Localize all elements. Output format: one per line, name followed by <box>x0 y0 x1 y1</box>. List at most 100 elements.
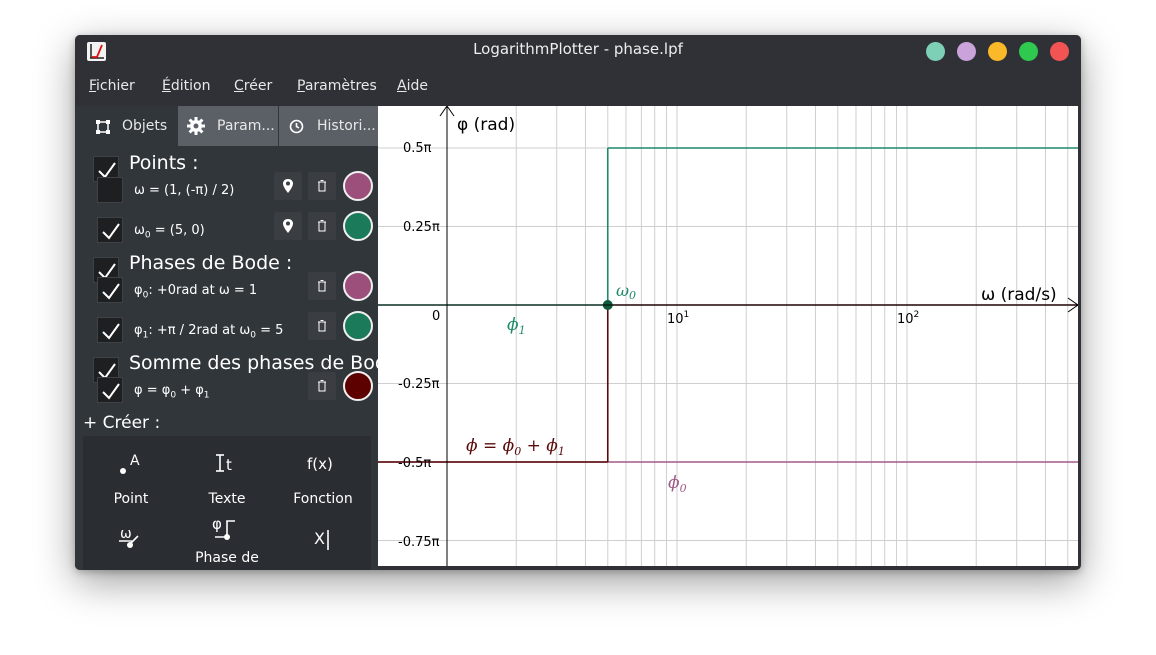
origin-label: 0 <box>432 309 440 324</box>
point-omega0-checkbox[interactable] <box>97 217 123 243</box>
create-texte-label: Texte <box>208 491 246 507</box>
menu-fichier-label: ichier <box>96 78 135 94</box>
somme-phi-label: φ = φ0 + φ1 <box>134 383 210 401</box>
menu-parametres[interactable]: Paramètres <box>297 78 377 94</box>
checkmark-icon <box>102 323 120 340</box>
create-texte-button[interactable]: t Texte <box>179 436 275 508</box>
point-omega-color-swatch[interactable] <box>343 171 373 201</box>
sum-curve-label-pre: ϕ = ϕ <box>466 436 515 456</box>
menu-edition-label: dition <box>170 78 211 94</box>
somme-phi-color-swatch[interactable] <box>343 371 373 401</box>
phase-phi0-delete-button[interactable] <box>308 272 336 300</box>
plot-svg: φ (rad) ω (rad/s) 0.5π 0.25π 0 -0.25π -0… <box>378 106 1078 566</box>
sum-curve-label-sub2: 1 <box>558 445 565 458</box>
phase-phi1-color-swatch[interactable] <box>343 311 373 341</box>
x-tick-10-1: 101 <box>667 310 689 327</box>
sidebar: Objets Param... Histori... Points: ω = … <box>75 106 378 570</box>
phase-phi0-label-post: : +0rad at ω = 1 <box>148 283 258 298</box>
trash-icon <box>318 180 326 192</box>
somme-phi-delete-button[interactable] <box>308 372 336 400</box>
tab-parametres[interactable]: Param... <box>178 106 278 146</box>
point-omega0-locate-button[interactable] <box>274 212 302 240</box>
phi1-curve-label: ϕ1 <box>507 315 526 337</box>
point-omega-checkbox[interactable] <box>97 177 123 203</box>
phases-section-title: Phases de Bode : <box>129 252 293 274</box>
gain-bode-tool-icon: ω <box>119 526 139 548</box>
point-omega-delete-button[interactable] <box>308 172 336 200</box>
menu-edition-mnemonic: É <box>162 78 171 94</box>
menu-aide[interactable]: Aide <box>397 78 428 94</box>
phase-phi0-color-swatch[interactable] <box>343 271 373 301</box>
create-tools-panel: A Point t Texte f(x) Fonction ω φ Phase … <box>83 436 371 570</box>
point-tool-letter: A <box>130 453 140 469</box>
window-btn-minimize[interactable] <box>988 42 1007 61</box>
checkmark-icon <box>102 223 120 240</box>
create-x-cursor-button[interactable]: X <box>275 508 371 570</box>
trash-icon <box>318 280 326 292</box>
phase-bode-tool-icon: φ <box>212 515 235 540</box>
x-tick-10-2: 102 <box>897 310 919 327</box>
x-cursor-tool-glyph: X <box>314 529 325 548</box>
y-tick-neg-0-25pi: -0.25π <box>398 377 440 392</box>
create-point-button[interactable]: A Point <box>83 436 179 508</box>
window-btn-close[interactable] <box>1050 42 1069 61</box>
plot-canvas[interactable]: φ (rad) ω (rad/s) 0.5π 0.25π 0 -0.25π -0… <box>378 106 1078 566</box>
point-omega0-color-swatch[interactable] <box>343 211 373 241</box>
x-axis-label: ω (rad/s) <box>981 285 1057 305</box>
sum-curve-label: ϕ = ϕ0 + ϕ1 <box>466 436 565 458</box>
checkmark-icon <box>102 383 120 400</box>
phase-phi0-label-pre: φ <box>134 283 143 298</box>
create-fonction-label: Fonction <box>293 491 353 507</box>
create-gain-bode-button[interactable]: ω <box>83 508 179 570</box>
tab-parametres-label: Param... <box>217 118 275 134</box>
somme-phi-label-mid: + φ <box>176 383 204 398</box>
omega0-point-label-main: ω <box>616 281 629 300</box>
tab-historique[interactable]: Histori... <box>279 106 378 146</box>
app-window: LogarithmPlotter - phase.lpf Fichier Édi… <box>75 35 1081 570</box>
tab-objets-label: Objets <box>122 118 168 134</box>
map-pin-icon <box>283 219 293 233</box>
window-btn-teal[interactable] <box>926 42 945 61</box>
point-omega0-label-pre: ω <box>134 223 145 238</box>
function-tool-icon: f(x) <box>307 455 333 473</box>
phase-phi1-label-post: = 5 <box>255 323 284 338</box>
x-tick-10-2-base: 10 <box>897 312 914 327</box>
phi0-curve-label-main: ϕ <box>668 473 680 493</box>
point-omega-locate-button[interactable] <box>274 172 302 200</box>
clock-icon <box>289 119 304 134</box>
x-tick-10-1-base: 10 <box>667 312 684 327</box>
window-btn-lavender[interactable] <box>957 42 976 61</box>
somme-phi-checkbox[interactable] <box>97 377 123 403</box>
y-tick-0-5pi: 0.5π <box>403 141 432 156</box>
sum-curve-label-mid: + ϕ <box>521 436 558 456</box>
create-phase-bode-button[interactable]: φ Phase de <box>179 508 275 570</box>
tab-historique-label: Histori... <box>317 118 376 134</box>
map-pin-icon <box>283 179 293 193</box>
menu-creer[interactable]: Créer <box>234 78 272 94</box>
x-tick-10-1-exp: 1 <box>684 310 690 320</box>
checkmark-icon <box>102 283 120 300</box>
omega0-point-label-sub: 0 <box>629 289 636 302</box>
menu-edition[interactable]: Édition <box>162 78 210 94</box>
points-section-title: Points : <box>129 152 199 174</box>
window-btn-maximize[interactable] <box>1019 42 1038 61</box>
phase-phi0-checkbox[interactable] <box>97 277 123 303</box>
text-tool-icon: t <box>216 454 232 474</box>
phase-bode-tool-glyph: φ <box>212 515 222 533</box>
plot-grid <box>378 106 1078 566</box>
phase-phi1-delete-button[interactable] <box>308 312 336 340</box>
phase-phi1-label: φ1: +π / 2rad at ω0 = 5 <box>134 323 283 341</box>
tab-objets[interactable]: Objets <box>75 106 178 146</box>
point-omega-label: ω = (1, (-π) / 2) <box>134 183 235 198</box>
point-tool-icon: A <box>120 453 140 474</box>
menu-aide-label: ide <box>406 78 428 94</box>
create-fonction-button[interactable]: f(x) Fonction <box>275 436 371 508</box>
phi1-curve-label-main: ϕ <box>507 315 519 335</box>
phase-phi1-label-pre: φ <box>134 323 143 338</box>
phase-phi1-checkbox[interactable] <box>97 317 123 343</box>
y-axis-label: φ (rad) <box>457 115 515 135</box>
point-omega0-delete-button[interactable] <box>308 212 336 240</box>
x-cursor-tool-icon: X <box>314 529 329 550</box>
phase-phi0-label: φ0: +0rad at ω = 1 <box>134 283 257 301</box>
menu-fichier[interactable]: Fichier <box>89 78 135 94</box>
